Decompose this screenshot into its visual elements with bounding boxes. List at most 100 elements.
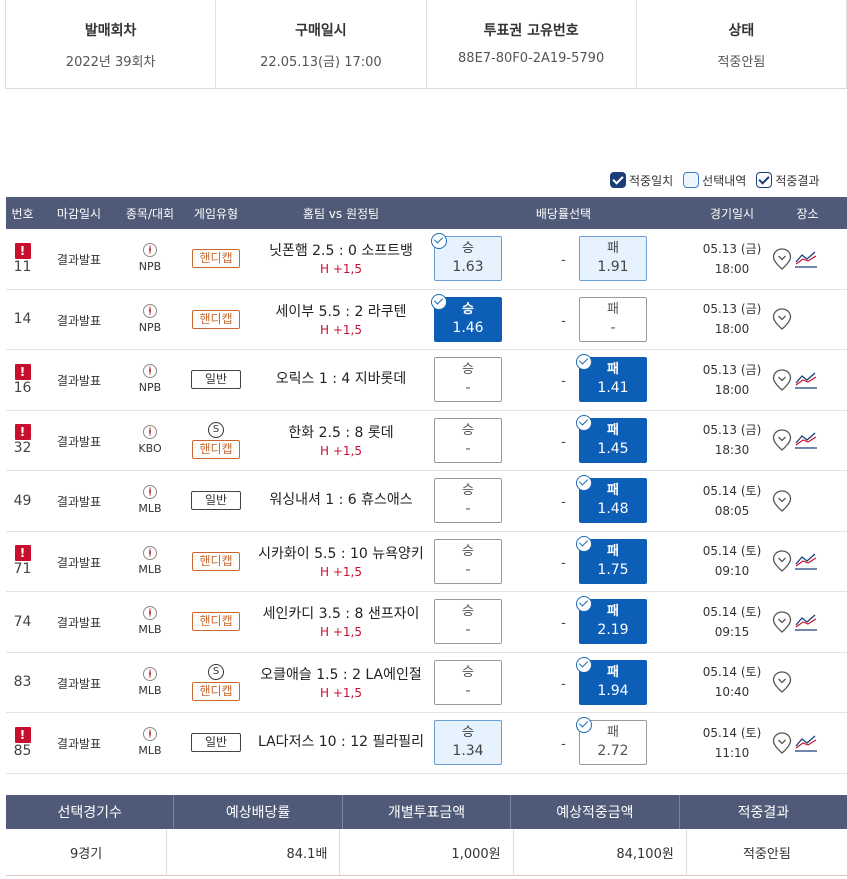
odds-home-label: 승 <box>462 362 474 377</box>
col-game-type: 게임유형 <box>193 206 239 221</box>
summary-value: 88E7-80F0-2A19-5790 <box>458 51 605 66</box>
summary-games-value: 9경기 <box>6 829 168 875</box>
game-type-badge: 일반 <box>190 733 242 753</box>
draw-odds: - <box>561 555 566 571</box>
location-pin-icon[interactable] <box>772 369 792 391</box>
legend-hit-result[interactable]: 적중결과 <box>756 170 820 190</box>
table-row: ! 32 결과발표 KBO S 핸디캡 한화 2.5 : 8 롯데 H +1,5 승 … <box>6 411 847 471</box>
handicap-value: H +1,5 <box>320 685 362 700</box>
col-match: 홈팀 vs 원정팀 <box>302 206 380 221</box>
match-score: 오릭스 1 : 4 지바롯데 <box>275 371 407 388</box>
trend-chart-icon[interactable] <box>794 733 818 753</box>
summary-purchase-time: 구매일시 22.05.13(금) 17:00 <box>216 0 427 88</box>
checkbox-icon[interactable] <box>683 172 700 188</box>
match-score: LA다저스 10 : 12 필라필리 <box>257 734 424 751</box>
odds-home-button[interactable]: 승 1.34 <box>434 720 502 765</box>
odds-home-button[interactable]: 승 - <box>434 659 502 705</box>
baseball-icon <box>143 364 157 379</box>
odds-away-button[interactable]: 패 - <box>579 296 647 342</box>
table-row: 14 결과발표 NPB 핸디캡 세이부 5.5 : 2 라쿠텐 H +1,5 승 … <box>6 290 847 350</box>
baseball-icon <box>143 545 157 560</box>
baseball-icon <box>143 424 157 439</box>
league-name: MLB <box>138 744 162 758</box>
match-time: 10:40 <box>714 685 750 700</box>
location-pin-icon[interactable] <box>772 611 792 633</box>
match-time: 09:15 <box>714 624 750 639</box>
location-pin-icon[interactable] <box>772 308 792 331</box>
odds-home-label: 승 <box>462 483 474 498</box>
game-number: 14 <box>13 311 32 328</box>
odds-home-label: 승 <box>462 422 474 438</box>
trend-chart-icon[interactable] <box>794 612 818 632</box>
odds-away-button[interactable]: 패 2.19 <box>576 596 647 644</box>
trend-chart-icon[interactable] <box>794 430 818 450</box>
table-header: 번호 마감일시 종목/대회 게임유형 홈팀 vs 원정팀 배당률선택 경기일시 … <box>6 197 847 229</box>
summary-round: 발매회차 2022년 39회차 <box>6 0 217 88</box>
check-circle-icon <box>576 354 592 370</box>
location-pin-icon[interactable] <box>772 550 792 573</box>
odds-home-button[interactable]: 승 - <box>434 599 502 644</box>
match-date: 05.14 (토) <box>702 725 762 740</box>
odds-home-button[interactable]: 승 1.46 <box>431 293 502 342</box>
odds-away-button[interactable]: 패 2.72 <box>576 717 647 765</box>
summary-status: 상태 적중안됨 <box>637 0 846 88</box>
trend-chart-icon[interactable] <box>794 249 818 269</box>
legend: 적중일치 선택내역 적중결과 <box>610 170 847 190</box>
odds-away-button[interactable]: 패 1.75 <box>576 535 647 584</box>
summary-ticket-id: 투표권 고유번호 88E7-80F0-2A19-5790 <box>427 0 637 88</box>
summary-value: 22.05.13(금) 17:00 <box>260 55 382 70</box>
odds-home-button[interactable]: 승 - <box>434 417 502 463</box>
odds-home-value: - <box>465 561 471 578</box>
location-pin-icon[interactable] <box>772 732 792 754</box>
handicap-value: H +1,5 <box>320 262 362 277</box>
baseball-icon <box>143 606 157 621</box>
checkbox-outline-checked-icon[interactable] <box>756 172 773 188</box>
table-row: 49 결과발표 MLB 일반 워싱내셔 1 : 6 휴스애스 승 - - 패 1… <box>6 471 847 532</box>
location-pin-icon[interactable] <box>772 248 792 270</box>
col-place: 장소 <box>796 206 819 221</box>
odds-home-value: - <box>465 380 471 396</box>
game-type-badge: 일반 <box>190 370 242 390</box>
match-date: 05.14 (토) <box>702 544 762 559</box>
checkbox-checked-icon[interactable] <box>610 172 626 188</box>
trend-chart-icon[interactable] <box>794 370 818 390</box>
game-number: 85 <box>13 742 32 759</box>
bet-table: 번호 마감일시 종목/대회 게임유형 홈팀 vs 원정팀 배당률선택 경기일시 … <box>6 197 847 774</box>
odds-home-label: 승 <box>462 604 474 619</box>
check-circle-icon <box>576 656 592 673</box>
col-no: 번호 <box>11 206 34 221</box>
odds-away-button[interactable]: 패 1.45 <box>576 414 647 463</box>
odds-home-button[interactable]: 승 1.63 <box>431 233 502 281</box>
handicap-value: H +1,5 <box>320 322 362 337</box>
table-row: ! 85 결과발표 MLB 일반 LA다저스 10 : 12 필라필리 승 1.3… <box>6 713 847 774</box>
summary-label: 발매회차 <box>84 23 137 39</box>
trend-chart-icon[interactable] <box>794 551 818 571</box>
odds-away-value: 1.48 <box>597 501 629 517</box>
odds-away-button[interactable]: 패 1.94 <box>576 656 647 705</box>
legend-selection[interactable]: 선택내역 <box>683 170 746 190</box>
odds-away-value: 1.41 <box>597 380 629 396</box>
baseball-icon <box>143 243 157 258</box>
odds-away-button[interactable]: 패 1.91 <box>579 236 647 281</box>
odds-home-button[interactable]: 승 - <box>434 538 502 584</box>
league-name: MLB <box>138 623 162 637</box>
deadline-status: 결과발표 <box>56 737 102 752</box>
game-type-badge: 일반 <box>190 491 242 511</box>
odds-home-button[interactable]: 승 - <box>434 478 502 523</box>
odds-away-button[interactable]: 패 1.48 <box>576 475 647 523</box>
location-pin-icon[interactable] <box>772 429 792 452</box>
legend-hit-match[interactable]: 적중일치 <box>610 170 673 190</box>
odds-home-label: 승 <box>462 725 474 740</box>
odds-home-button[interactable]: 승 - <box>434 357 502 402</box>
deadline-status: 결과발표 <box>56 495 102 510</box>
warning-icon: ! <box>14 242 31 259</box>
location-pin-icon[interactable] <box>772 490 792 512</box>
odds-home-value: 1.34 <box>452 743 484 759</box>
bet-summary-header: 선택경기수 예상배당률 개별투표금액 예상적중금액 적중결과 <box>6 795 847 829</box>
odds-home-value: - <box>465 501 471 517</box>
match-date: 05.14 (토) <box>702 665 762 680</box>
baseball-icon <box>143 485 157 500</box>
location-pin-icon[interactable] <box>772 671 792 694</box>
odds-away-button[interactable]: 패 1.41 <box>576 354 647 402</box>
game-type-badge: 핸디캡 <box>192 439 240 459</box>
